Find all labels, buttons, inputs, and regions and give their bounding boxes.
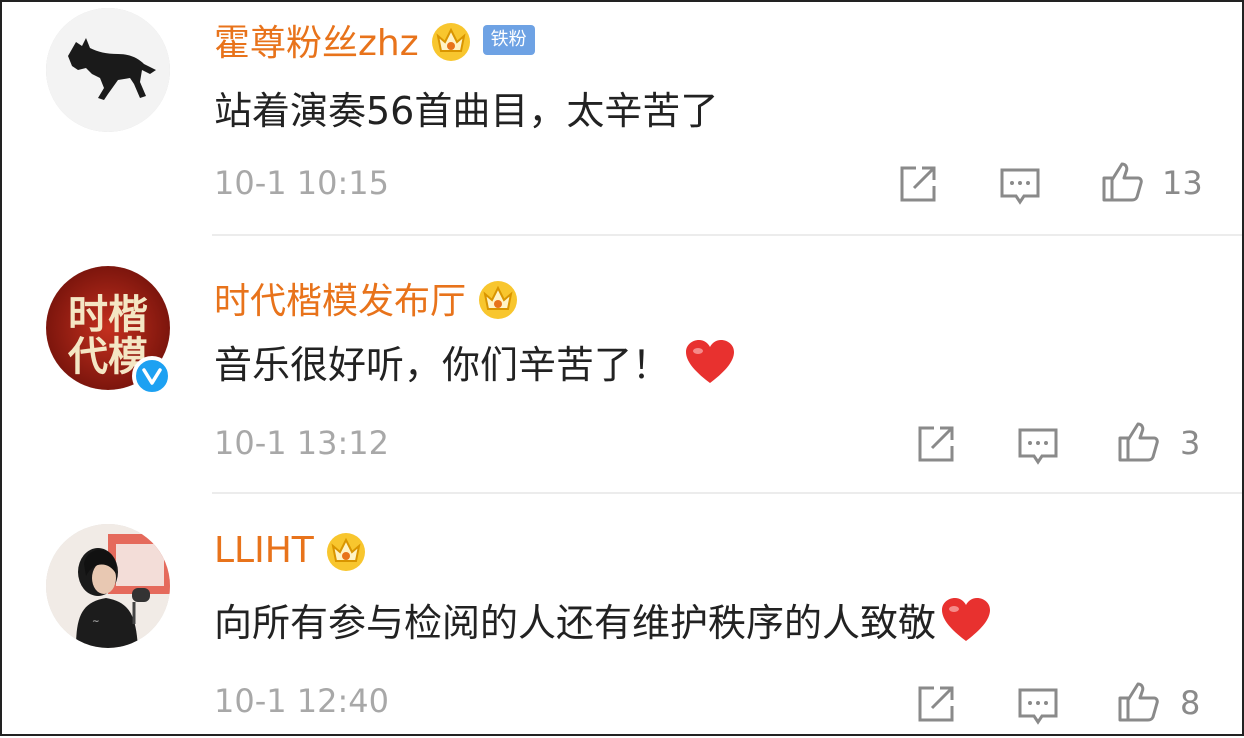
like-icon[interactable] xyxy=(1116,420,1160,464)
divider xyxy=(212,234,1242,236)
svg-text:~: ~ xyxy=(92,617,100,627)
username[interactable]: LLIHT xyxy=(214,528,368,572)
comment-item: ~ LLIHT 向所有参与检阅的人还有维护秩序的人致敬 10-1 12:40 8 xyxy=(2,494,1242,738)
comment-text: 向所有参与检阅的人还有维护秩序的人致敬 xyxy=(214,592,992,647)
crown-icon xyxy=(479,281,518,319)
like-count: 13 xyxy=(1162,164,1203,202)
comment-text-content: 站着演奏56首曲目，太辛苦了 xyxy=(214,89,719,133)
comment-text: 音乐很好听，你们辛苦了！ xyxy=(214,334,736,389)
logo-char: 时 xyxy=(68,292,108,338)
avatar[interactable]: ~ xyxy=(46,524,170,648)
share-icon[interactable] xyxy=(914,422,958,466)
heart-emoji-icon xyxy=(942,597,991,641)
comment-icon[interactable] xyxy=(1016,424,1060,468)
fan-badge: 铁粉 xyxy=(482,25,535,55)
comment-time: 10-1 10:15 xyxy=(214,164,390,202)
heart-emoji-icon xyxy=(686,339,735,383)
like-count: 8 xyxy=(1180,684,1201,722)
username[interactable]: 时代楷模发布厅 xyxy=(214,272,520,324)
like-icon[interactable] xyxy=(1100,160,1144,204)
crown-icon xyxy=(326,533,365,571)
logo-char: 代 xyxy=(67,334,108,380)
username[interactable]: 霍尊粉丝zhz 铁粉 xyxy=(214,14,535,66)
comment-text: 站着演奏56首曲目，太辛苦了 xyxy=(214,80,718,135)
comment-item: 霍尊粉丝zhz 铁粉 站着演奏56首曲目，太辛苦了 10-1 10:15 13 xyxy=(2,2,1242,238)
horse-icon xyxy=(46,8,170,132)
comment-icon[interactable] xyxy=(998,164,1042,208)
comment-time: 10-1 13:12 xyxy=(214,424,390,462)
comment-text-content: 向所有参与检阅的人还有维护秩序的人致敬 xyxy=(214,601,937,645)
crown-icon xyxy=(431,23,470,61)
person-photo: ~ xyxy=(46,524,170,648)
username-text[interactable]: 时代楷模发布厅 xyxy=(214,272,466,324)
avatar[interactable] xyxy=(46,8,170,132)
comment-item: 时 楷 代 模 时代楷模发布厅 音乐很好听，你们辛苦了！ 10-1 13:12 xyxy=(2,238,1242,494)
username-text[interactable]: LLIHT xyxy=(214,530,314,571)
like-count: 3 xyxy=(1180,424,1201,462)
verified-badge-icon xyxy=(132,356,172,396)
like-icon[interactable] xyxy=(1116,680,1160,724)
comment-time: 10-1 12:40 xyxy=(214,682,390,720)
share-icon[interactable] xyxy=(914,682,958,726)
share-icon[interactable] xyxy=(896,162,940,206)
username-text[interactable]: 霍尊粉丝zhz xyxy=(214,14,419,66)
comment-text-content: 音乐很好听，你们辛苦了！ xyxy=(214,343,671,387)
comment-icon[interactable] xyxy=(1016,684,1060,728)
logo-char: 楷 xyxy=(108,292,148,338)
